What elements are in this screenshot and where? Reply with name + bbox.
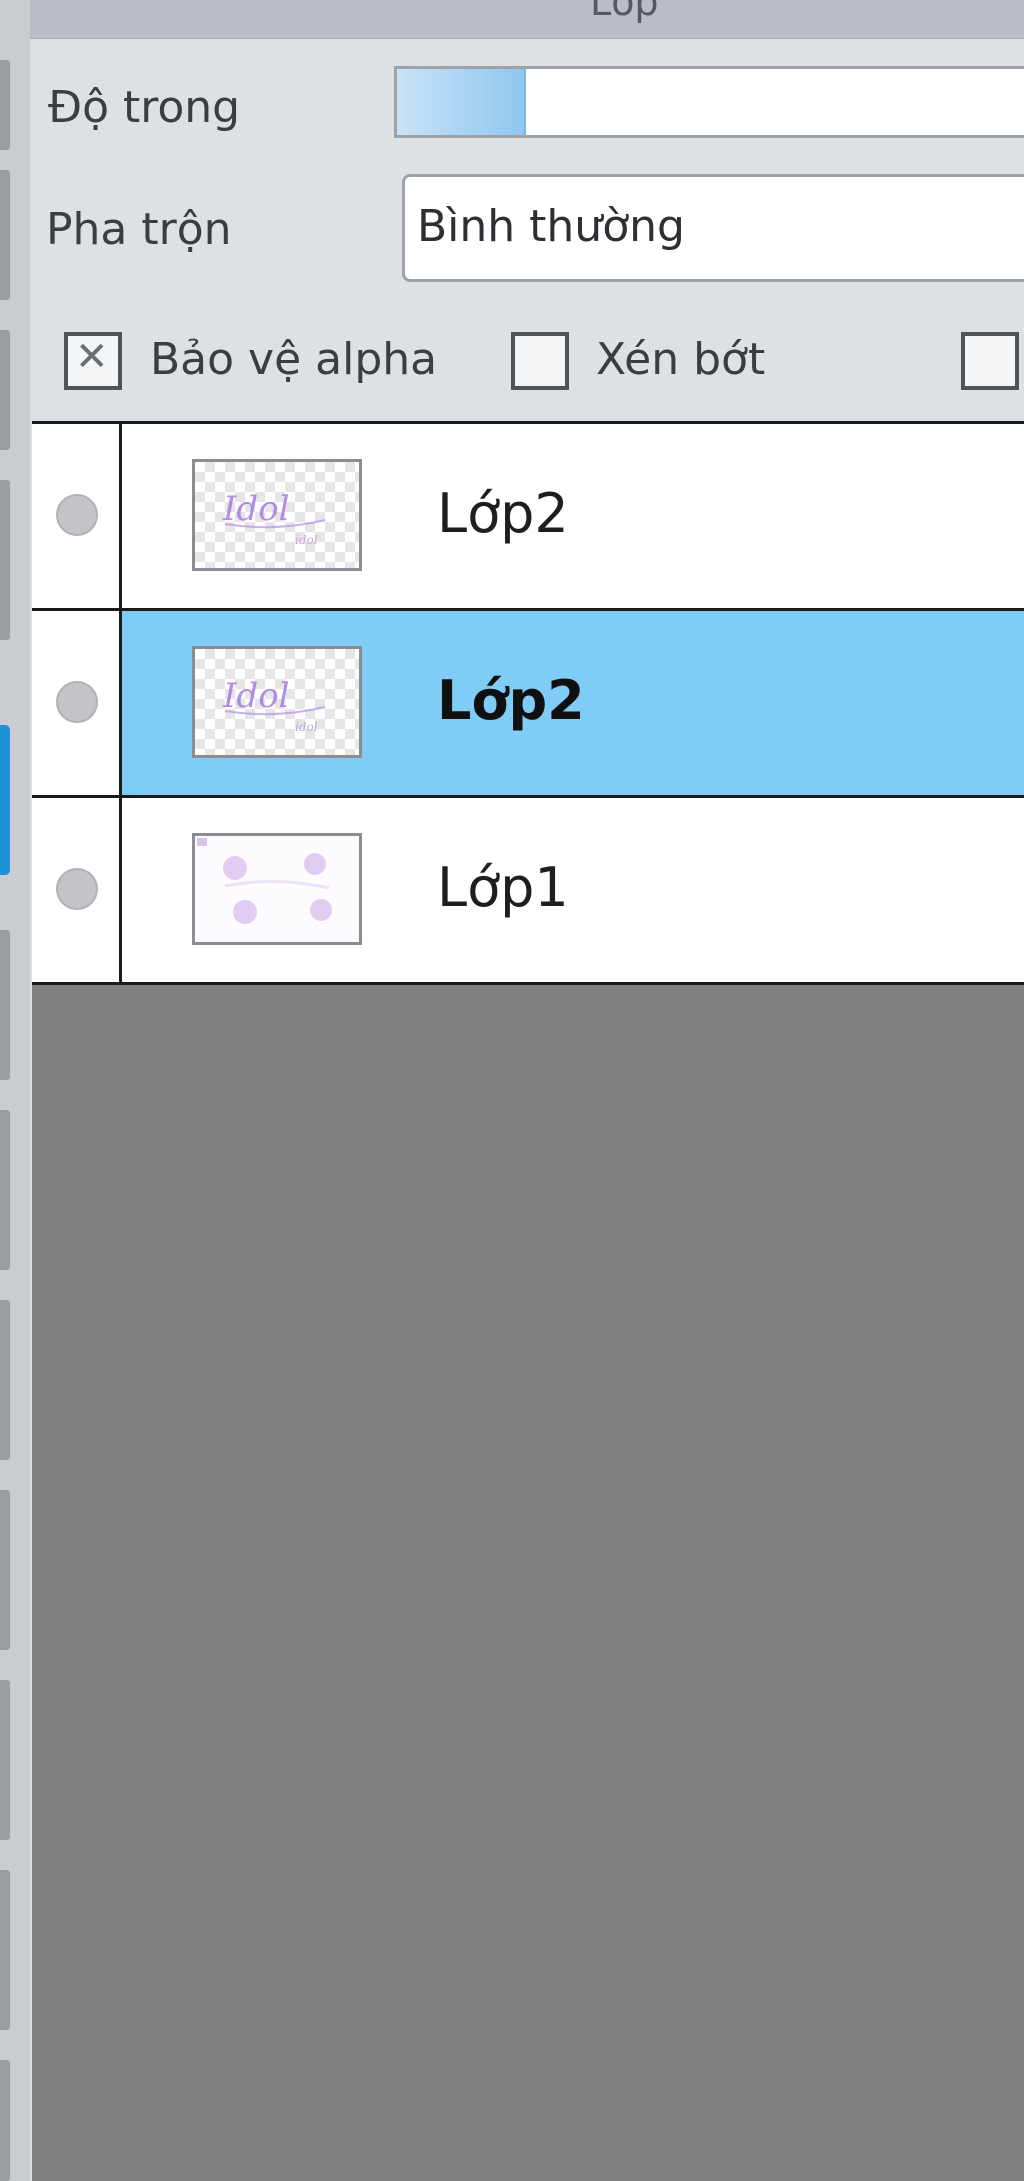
layer-name: Lớp2 (437, 669, 585, 732)
layers-panel: Lớp Độ trong Pha trộn Bình thường Bảo vệ… (30, 0, 1024, 2181)
layer-thumbnail (192, 833, 362, 945)
svg-text:idol: idol (295, 533, 318, 547)
blend-mode-select[interactable]: Bình thường (402, 174, 1024, 282)
svg-text:Idol: Idol (222, 676, 290, 716)
toolbar-segment[interactable] (0, 480, 10, 640)
left-toolbar-strip (0, 0, 30, 2181)
third-option-checkbox[interactable] (961, 332, 1019, 390)
opacity-label: Độ trong (48, 82, 241, 133)
layer-row[interactable]: Idol idol Lớp2 (32, 611, 1024, 798)
layer-list[interactable]: Idol idol Lớp2 Idol idol Lớp2 Lớp1 (32, 421, 1024, 2181)
layer-visibility-cell[interactable] (32, 798, 122, 982)
visibility-dot-icon[interactable] (56, 494, 98, 536)
protect-alpha-checkbox[interactable] (64, 332, 122, 390)
toolbar-segment[interactable] (0, 1680, 10, 1840)
toolbar-segment[interactable] (0, 2060, 10, 2181)
clipping-checkbox[interactable] (511, 332, 569, 390)
layer-name: Lớp1 (437, 856, 569, 919)
layer-visibility-cell[interactable] (32, 611, 122, 795)
opacity-slider-fill (397, 69, 526, 135)
blend-mode-value: Bình thường (417, 201, 685, 252)
toolbar-segment[interactable] (0, 1870, 10, 2030)
visibility-dot-icon[interactable] (56, 868, 98, 910)
toolbar-segment[interactable] (0, 1300, 10, 1460)
blend-mode-label: Pha trộn (46, 204, 232, 255)
visibility-dot-icon[interactable] (56, 681, 98, 723)
clipping-label: Xén bớt (596, 334, 766, 385)
layers-window: Lớp Độ trong Pha trộn Bình thường Bảo vệ… (0, 0, 1024, 2181)
toolbar-segment[interactable] (0, 930, 10, 1080)
protect-alpha-label: Bảo vệ alpha (150, 334, 438, 385)
toolbar-segment[interactable] (0, 1490, 10, 1650)
layer-visibility-cell[interactable] (32, 424, 122, 608)
toolbar-segment[interactable] (0, 170, 10, 300)
layer-row[interactable]: Lớp1 (32, 798, 1024, 985)
layer-thumbnail: Idol idol (192, 646, 362, 758)
svg-text:Idol: Idol (222, 489, 290, 529)
toolbar-active-indicator[interactable] (0, 725, 10, 875)
svg-text:idol: idol (295, 720, 318, 734)
panel-title: Lớp (590, 0, 659, 24)
toolbar-segment[interactable] (0, 60, 10, 150)
layer-thumbnail: Idol idol (192, 459, 362, 571)
toolbar-segment[interactable] (0, 1110, 10, 1270)
panel-title-bar[interactable]: Lớp (30, 0, 1024, 39)
opacity-slider[interactable] (394, 66, 1024, 138)
toolbar-segment[interactable] (0, 330, 10, 450)
layer-row[interactable]: Idol idol Lớp2 (32, 424, 1024, 611)
layer-name: Lớp2 (437, 482, 569, 545)
